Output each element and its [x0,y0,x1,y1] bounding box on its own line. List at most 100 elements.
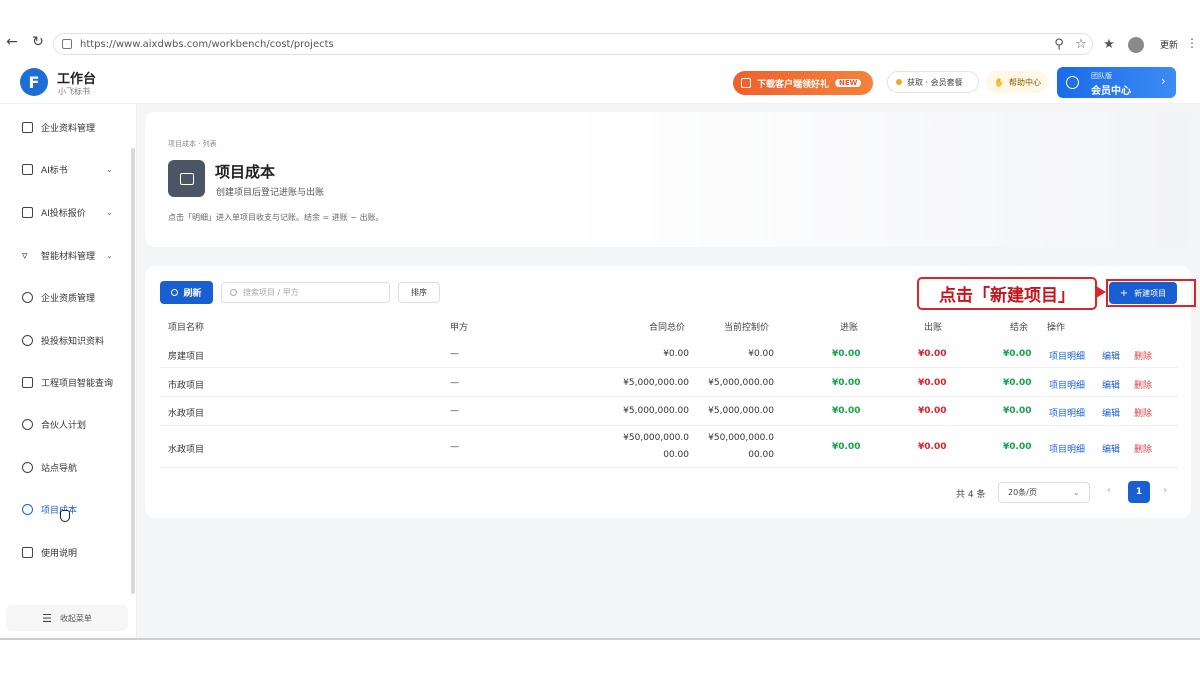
page-size-value: 20条/页 [1008,488,1037,497]
file-icon [22,546,33,558]
cell-name: 水政项目 [168,445,205,455]
col-header-name: 项目名称 [168,323,205,333]
sidebar-item-label: 企业资料管理 [41,123,96,134]
detail-link[interactable]: 项目明细 [1049,406,1085,419]
vip-center-button[interactable]: 团队版 会员中心 › [1057,67,1176,98]
edit-link[interactable]: 编辑 [1102,442,1120,455]
address-bar[interactable]: https://www.aixdwbs.com/workbench/cost/p… [53,33,1093,55]
profile-avatar[interactable] [1128,37,1144,53]
search-icon [230,289,237,296]
cell-expense: ¥0.00 [918,378,947,388]
page-number-current[interactable]: 1 [1128,481,1150,503]
menu-lines-icon: ☰ [42,611,52,625]
collapse-label: 收起菜单 [59,613,92,623]
sidebar-item-nav[interactable]: 站点导航 [22,457,122,477]
download-promo-button[interactable]: 下载客户端领好礼 NEW [733,71,873,95]
cell-control: ¥5,000,000.00 [708,378,774,388]
reload-icon[interactable]: ↻ [30,34,46,50]
delete-link[interactable]: 删除 [1134,442,1152,455]
sidebar-item-label: 合伙人计划 [41,420,87,431]
sidebar-item-label: AI投标报价 [41,208,86,219]
sidebar-item-qualification[interactable]: 企业资质管理 [22,287,122,307]
star-icon[interactable]: ☆ [1073,37,1089,53]
sidebar-item-label: 工程项目智能查询 [41,378,114,389]
sidebar-item-materials[interactable]: ▿ 智能材料管理 ⌄ [22,245,122,265]
clock-icon [1066,76,1079,89]
sidebar-item-knowledge[interactable]: 投投标知识资料 [22,330,122,350]
sort-button[interactable]: 排序 [398,282,440,303]
sidebar-scrollbar[interactable] [131,148,135,594]
cell-name: 房建项目 [168,352,205,362]
page-tip: 点击「明细」进入单项目收支与记账。结余 = 进账 − 出账。 [168,213,384,222]
edit-link[interactable]: 编辑 [1102,378,1120,391]
site-info-icon[interactable] [62,39,72,49]
filter-icon: ▿ [22,248,28,262]
refresh-icon [171,289,179,296]
detail-link[interactable]: 项目明细 [1049,349,1085,362]
cell-balance: ¥0.00 [1003,378,1032,388]
zoom-icon[interactable]: ⚲ [1051,37,1067,53]
col-header-actions: 操作 [1047,323,1066,333]
cell-balance: ¥0.00 [1003,406,1032,416]
profile-label[interactable]: 更新 [1160,38,1178,51]
edit-link[interactable]: 编辑 [1102,349,1120,362]
app-window: ← ↻ https://www.aixdwbs.com/workbench/co… [0,0,1200,675]
browser-toolbar: ← ↻ https://www.aixdwbs.com/workbench/co… [0,0,1200,56]
delete-link[interactable]: 删除 [1134,349,1152,362]
vip-small-label: 团队版 [1091,72,1112,80]
collapse-menu-button[interactable]: ☰ 收起菜单 [6,605,128,631]
chat-icon [22,334,33,346]
cell-balance: ¥0.00 [1003,442,1032,452]
refresh-label: 刷新 [183,289,202,299]
sidebar-item-label: 站点导航 [41,463,78,474]
sidebar-item-label: 项目成本 [41,505,78,516]
cell-party: — [450,378,459,388]
detail-link[interactable]: 项目明细 [1049,442,1085,455]
page-header-card [145,112,1191,247]
chevron-right-icon: › [1161,74,1166,88]
monitor-icon [22,376,33,388]
cell-control-line2: 00.00 [748,450,774,460]
member-plan-button[interactable]: 获取 · 会员套餐 [887,71,979,93]
status-dot-icon [896,79,902,85]
sidebar-item-ai-quote[interactable]: AI投标报价 ⌄ [22,202,122,222]
delete-link[interactable]: 删除 [1134,406,1152,419]
cell-party: — [450,406,459,416]
refresh-button[interactable]: 刷新 [160,281,213,304]
edit-link[interactable]: 编辑 [1102,406,1120,419]
cell-income: ¥0.00 [832,442,861,452]
folder-icon [168,160,205,197]
cell-income: ¥0.00 [832,378,861,388]
member-label: 获取 · 会员套餐 [907,77,963,87]
search-input[interactable]: 搜索项目 / 甲方 [221,282,390,303]
instruction-callout: 点击「新建项目」 [917,277,1097,310]
col-header-income: 进账 [840,323,859,333]
prev-page-icon[interactable]: ‹ [1107,485,1111,496]
chevron-down-icon: ⌄ [106,250,113,260]
delete-link[interactable]: 删除 [1134,378,1152,391]
favorites-icon[interactable]: ★ [1101,37,1117,53]
sidebar-item-company-docs[interactable]: 企业资料管理 [22,117,122,137]
sidebar-item-project-query[interactable]: 工程项目智能查询 [22,372,122,392]
col-header-balance: 结余 [1010,323,1029,333]
download-icon [741,78,751,88]
sidebar-item-project-cost[interactable]: 项目成本 [22,499,122,519]
logo-icon: F [20,68,48,96]
menu-icon[interactable]: ⋮ [1186,36,1198,50]
page-size-select[interactable]: 20条/页 ⌄ [998,482,1090,503]
help-center-button[interactable]: ✋ 帮助中心 [986,71,1048,93]
cell-name: 水政项目 [168,409,205,419]
back-icon[interactable]: ← [4,34,20,50]
next-page-icon[interactable]: › [1163,485,1167,496]
sidebar-item-partner[interactable]: 合伙人计划 [22,414,122,434]
chevron-down-icon: ⌄ [106,207,113,217]
detail-link[interactable]: 项目明细 [1049,378,1085,391]
sidebar-item-manual[interactable]: 使用说明 [22,542,122,562]
database-icon [22,503,33,515]
pagination-total: 共 4 条 [956,490,986,500]
partner-icon [22,418,33,430]
sidebar-item-ai-bid[interactable]: AI标书 ⌄ [22,159,122,179]
cell-expense: ¥0.00 [918,442,947,452]
cell-control: ¥0.00 [748,349,774,359]
chevron-down-icon: ⌄ [106,164,113,174]
